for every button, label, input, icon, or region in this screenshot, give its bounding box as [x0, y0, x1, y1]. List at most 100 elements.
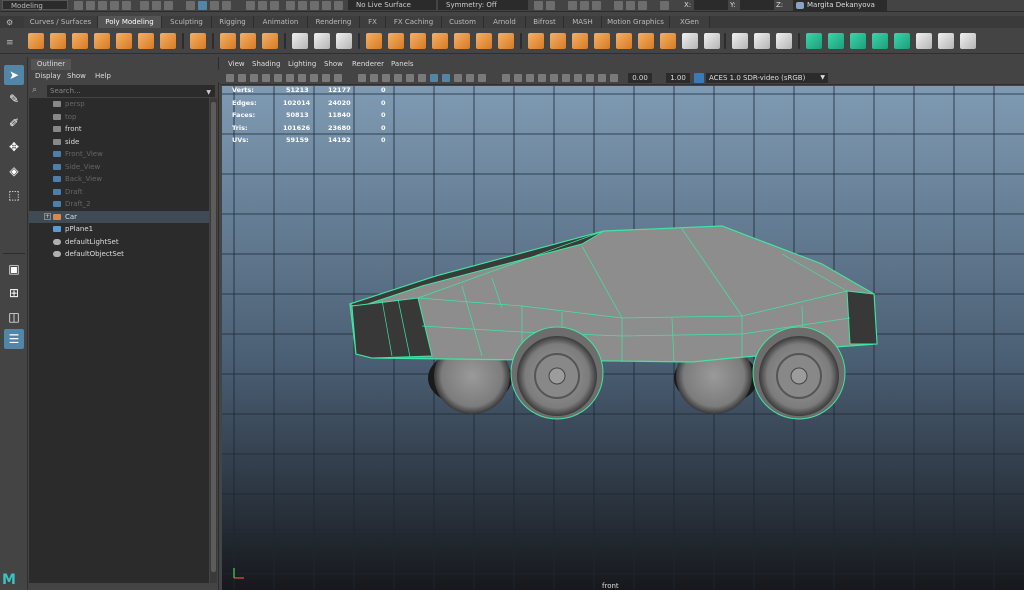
viewport-toolbar-icon[interactable] [370, 74, 378, 82]
poly-sphere-icon[interactable] [28, 33, 44, 49]
outliner-tab[interactable]: Outliner [31, 59, 71, 70]
outliner-item[interactable]: side [29, 136, 209, 148]
tab-curves-surfaces[interactable]: Curves / Surfaces [24, 16, 98, 28]
spherical-map-icon[interactable] [872, 33, 888, 49]
gamma-field[interactable]: 1.00 [666, 73, 690, 83]
live-surface-field[interactable]: No Live Surface [348, 0, 436, 10]
tab-sculpting[interactable]: Sculpting [162, 16, 212, 28]
undo-icon[interactable] [110, 1, 119, 10]
snap-curve-icon[interactable] [222, 1, 231, 10]
scrollbar-thumb[interactable] [211, 102, 216, 572]
poly-torus-icon[interactable] [116, 33, 132, 49]
viewport-toolbar-icon[interactable] [598, 74, 606, 82]
outliner-item[interactable]: Back_View [29, 173, 209, 185]
type-tool-icon[interactable] [240, 33, 256, 49]
outliner-item[interactable]: Draft_2 [29, 198, 209, 210]
viewport-toolbar-icon[interactable] [394, 74, 402, 82]
multi-cut-icon[interactable] [732, 33, 748, 49]
outliner-menu-display[interactable]: Display [35, 70, 61, 82]
x-field[interactable] [694, 0, 728, 10]
select-hierarchy-icon[interactable] [140, 1, 149, 10]
poly-cube-icon[interactable] [50, 33, 66, 49]
ipr-render-icon[interactable] [310, 1, 319, 10]
viewport-toolbar-icon[interactable] [334, 74, 342, 82]
viewport-toolbar-icon[interactable] [562, 74, 570, 82]
tab-fx-caching[interactable]: FX Caching [386, 16, 442, 28]
combine-icon[interactable] [366, 33, 382, 49]
svg-tool-icon[interactable] [262, 33, 278, 49]
unfold-icon[interactable] [938, 33, 954, 49]
poly-disc-icon[interactable] [160, 33, 176, 49]
color-management-icon[interactable] [694, 73, 704, 83]
cylindrical-map-icon[interactable] [850, 33, 866, 49]
append-polygon-icon[interactable] [594, 33, 610, 49]
shelf-menu-icon[interactable]: ≡ [6, 38, 14, 48]
select-tool-icon[interactable]: ➤ [4, 65, 24, 85]
tab-animation[interactable]: Animation [254, 16, 308, 28]
transform-mode-icon[interactable] [660, 1, 669, 10]
edge-loop-icon[interactable] [776, 33, 792, 49]
y-field[interactable] [740, 0, 774, 10]
reduce-icon[interactable] [454, 33, 470, 49]
lasso-tool-icon[interactable]: ✎ [4, 89, 24, 109]
viewport-toolbar-icon[interactable] [430, 74, 438, 82]
outliner-item[interactable]: Side_View [29, 161, 209, 173]
tab-rigging[interactable]: Rigging [212, 16, 254, 28]
viewport-toolbar-icon[interactable] [514, 74, 522, 82]
outliner-item[interactable]: + Car [29, 210, 209, 223]
tab-motion-graphics[interactable]: Motion Graphics [602, 16, 670, 28]
select-component-icon[interactable] [164, 1, 173, 10]
four-pane-layout-icon[interactable]: ⊞ [4, 283, 24, 303]
user-account[interactable]: Margita Dekanyova [793, 0, 887, 11]
viewport-menu-show[interactable]: Show [324, 59, 343, 70]
viewport-menu-shading[interactable]: Shading [252, 59, 280, 70]
outliner-item[interactable]: persp [29, 98, 209, 110]
search-options-icon[interactable]: ⌕ [32, 85, 44, 97]
snap-grid-icon[interactable] [210, 1, 219, 10]
viewport-toolbar-icon[interactable] [226, 74, 234, 82]
extrude-icon[interactable] [528, 33, 544, 49]
history-icon[interactable] [286, 1, 295, 10]
target-weld-icon[interactable] [754, 33, 770, 49]
sequence-icon[interactable] [568, 1, 577, 10]
wedge-icon[interactable] [638, 33, 654, 49]
outliner-menu-help[interactable]: Help [95, 70, 111, 82]
expand-icon[interactable]: + [44, 212, 51, 220]
save-scene-icon[interactable] [98, 1, 107, 10]
viewport-toolbar-icon[interactable] [382, 74, 390, 82]
quadrangulate-icon[interactable] [704, 33, 720, 49]
poly-cone-icon[interactable] [94, 33, 110, 49]
tab-bifrost[interactable]: Bifrost [526, 16, 564, 28]
symmetry-dropdown[interactable]: Symmetry: Off [438, 0, 528, 10]
pick-mask-icon[interactable] [198, 1, 207, 10]
triangulate-icon[interactable] [682, 33, 698, 49]
chevron-down-icon[interactable]: ▼ [820, 73, 825, 83]
render-frame-icon[interactable] [298, 1, 307, 10]
cut-uv-icon[interactable] [960, 33, 976, 49]
freeze-transform-icon[interactable] [314, 33, 330, 49]
mirror-icon[interactable] [476, 33, 492, 49]
snap-view-icon[interactable] [258, 1, 267, 10]
viewport-toolbar-icon[interactable] [322, 74, 330, 82]
outliner-item[interactable]: top [29, 111, 209, 123]
boolean-icon[interactable] [498, 33, 514, 49]
tab-fx[interactable]: FX [360, 16, 386, 28]
tab-poly-modeling[interactable]: Poly Modeling [98, 16, 162, 28]
viewport-menu-panels[interactable]: Panels [391, 59, 414, 70]
tab-xgen[interactable]: XGen [670, 16, 710, 28]
super-shape-icon[interactable] [220, 33, 236, 49]
redo-icon[interactable] [122, 1, 131, 10]
viewport-toolbar-icon[interactable] [238, 74, 246, 82]
outliner-layout-icon[interactable]: ☰ [4, 329, 24, 349]
scale-tool-icon[interactable]: ⬚ [4, 185, 24, 205]
viewport-toolbar-icon[interactable] [262, 74, 270, 82]
bridge-icon[interactable] [572, 33, 588, 49]
uv-editor-icon[interactable] [806, 33, 822, 49]
outliner-item[interactable]: front [29, 123, 209, 135]
view-transform-dropdown[interactable]: ACES 1.0 SDR-video (sRGB) ▼ [706, 73, 828, 83]
viewport-menu-renderer[interactable]: Renderer [352, 59, 384, 70]
viewport-toolbar-icon[interactable] [574, 74, 582, 82]
viewport-toolbar-icon[interactable] [502, 74, 510, 82]
outliner-scrollbar[interactable] [210, 98, 217, 583]
viewport-scene[interactable]: Verts: 51213 12177 0 Edges: 102014 24020… [222, 86, 1024, 590]
